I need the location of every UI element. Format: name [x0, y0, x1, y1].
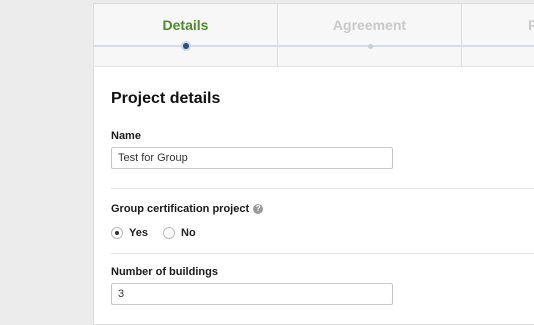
name-field[interactable]	[111, 147, 393, 169]
group-certification-label-text: Group certification project	[111, 203, 250, 215]
radio-no-circle[interactable]	[163, 227, 175, 239]
step-details[interactable]: Details	[94, 4, 278, 66]
project-form-panel: Details Agreement F Project details Name…	[93, 3, 534, 325]
step-third-label: F	[528, 17, 534, 33]
step-progress-bar: Details Agreement F	[94, 4, 534, 67]
divider	[111, 253, 534, 254]
buildings-field[interactable]	[111, 283, 393, 305]
name-label: Name	[111, 130, 141, 142]
step-agreement[interactable]: Agreement	[278, 4, 462, 66]
buildings-label: Number of buildings	[111, 266, 218, 278]
step-third[interactable]: F	[462, 4, 534, 66]
group-certification-label: Group certification project?	[111, 203, 264, 215]
step-agreement-label: Agreement	[332, 17, 407, 33]
step-details-dot	[182, 43, 189, 49]
radio-no-label: No	[181, 227, 196, 239]
page-title: Project details	[111, 90, 221, 107]
divider	[111, 188, 534, 189]
radio-yes-label: Yes	[129, 227, 148, 239]
help-icon[interactable]: ?	[253, 204, 264, 214]
step-details-label: Details	[162, 17, 209, 33]
step-agreement-dot	[367, 44, 373, 49]
radio-yes-circle[interactable]	[111, 227, 123, 239]
